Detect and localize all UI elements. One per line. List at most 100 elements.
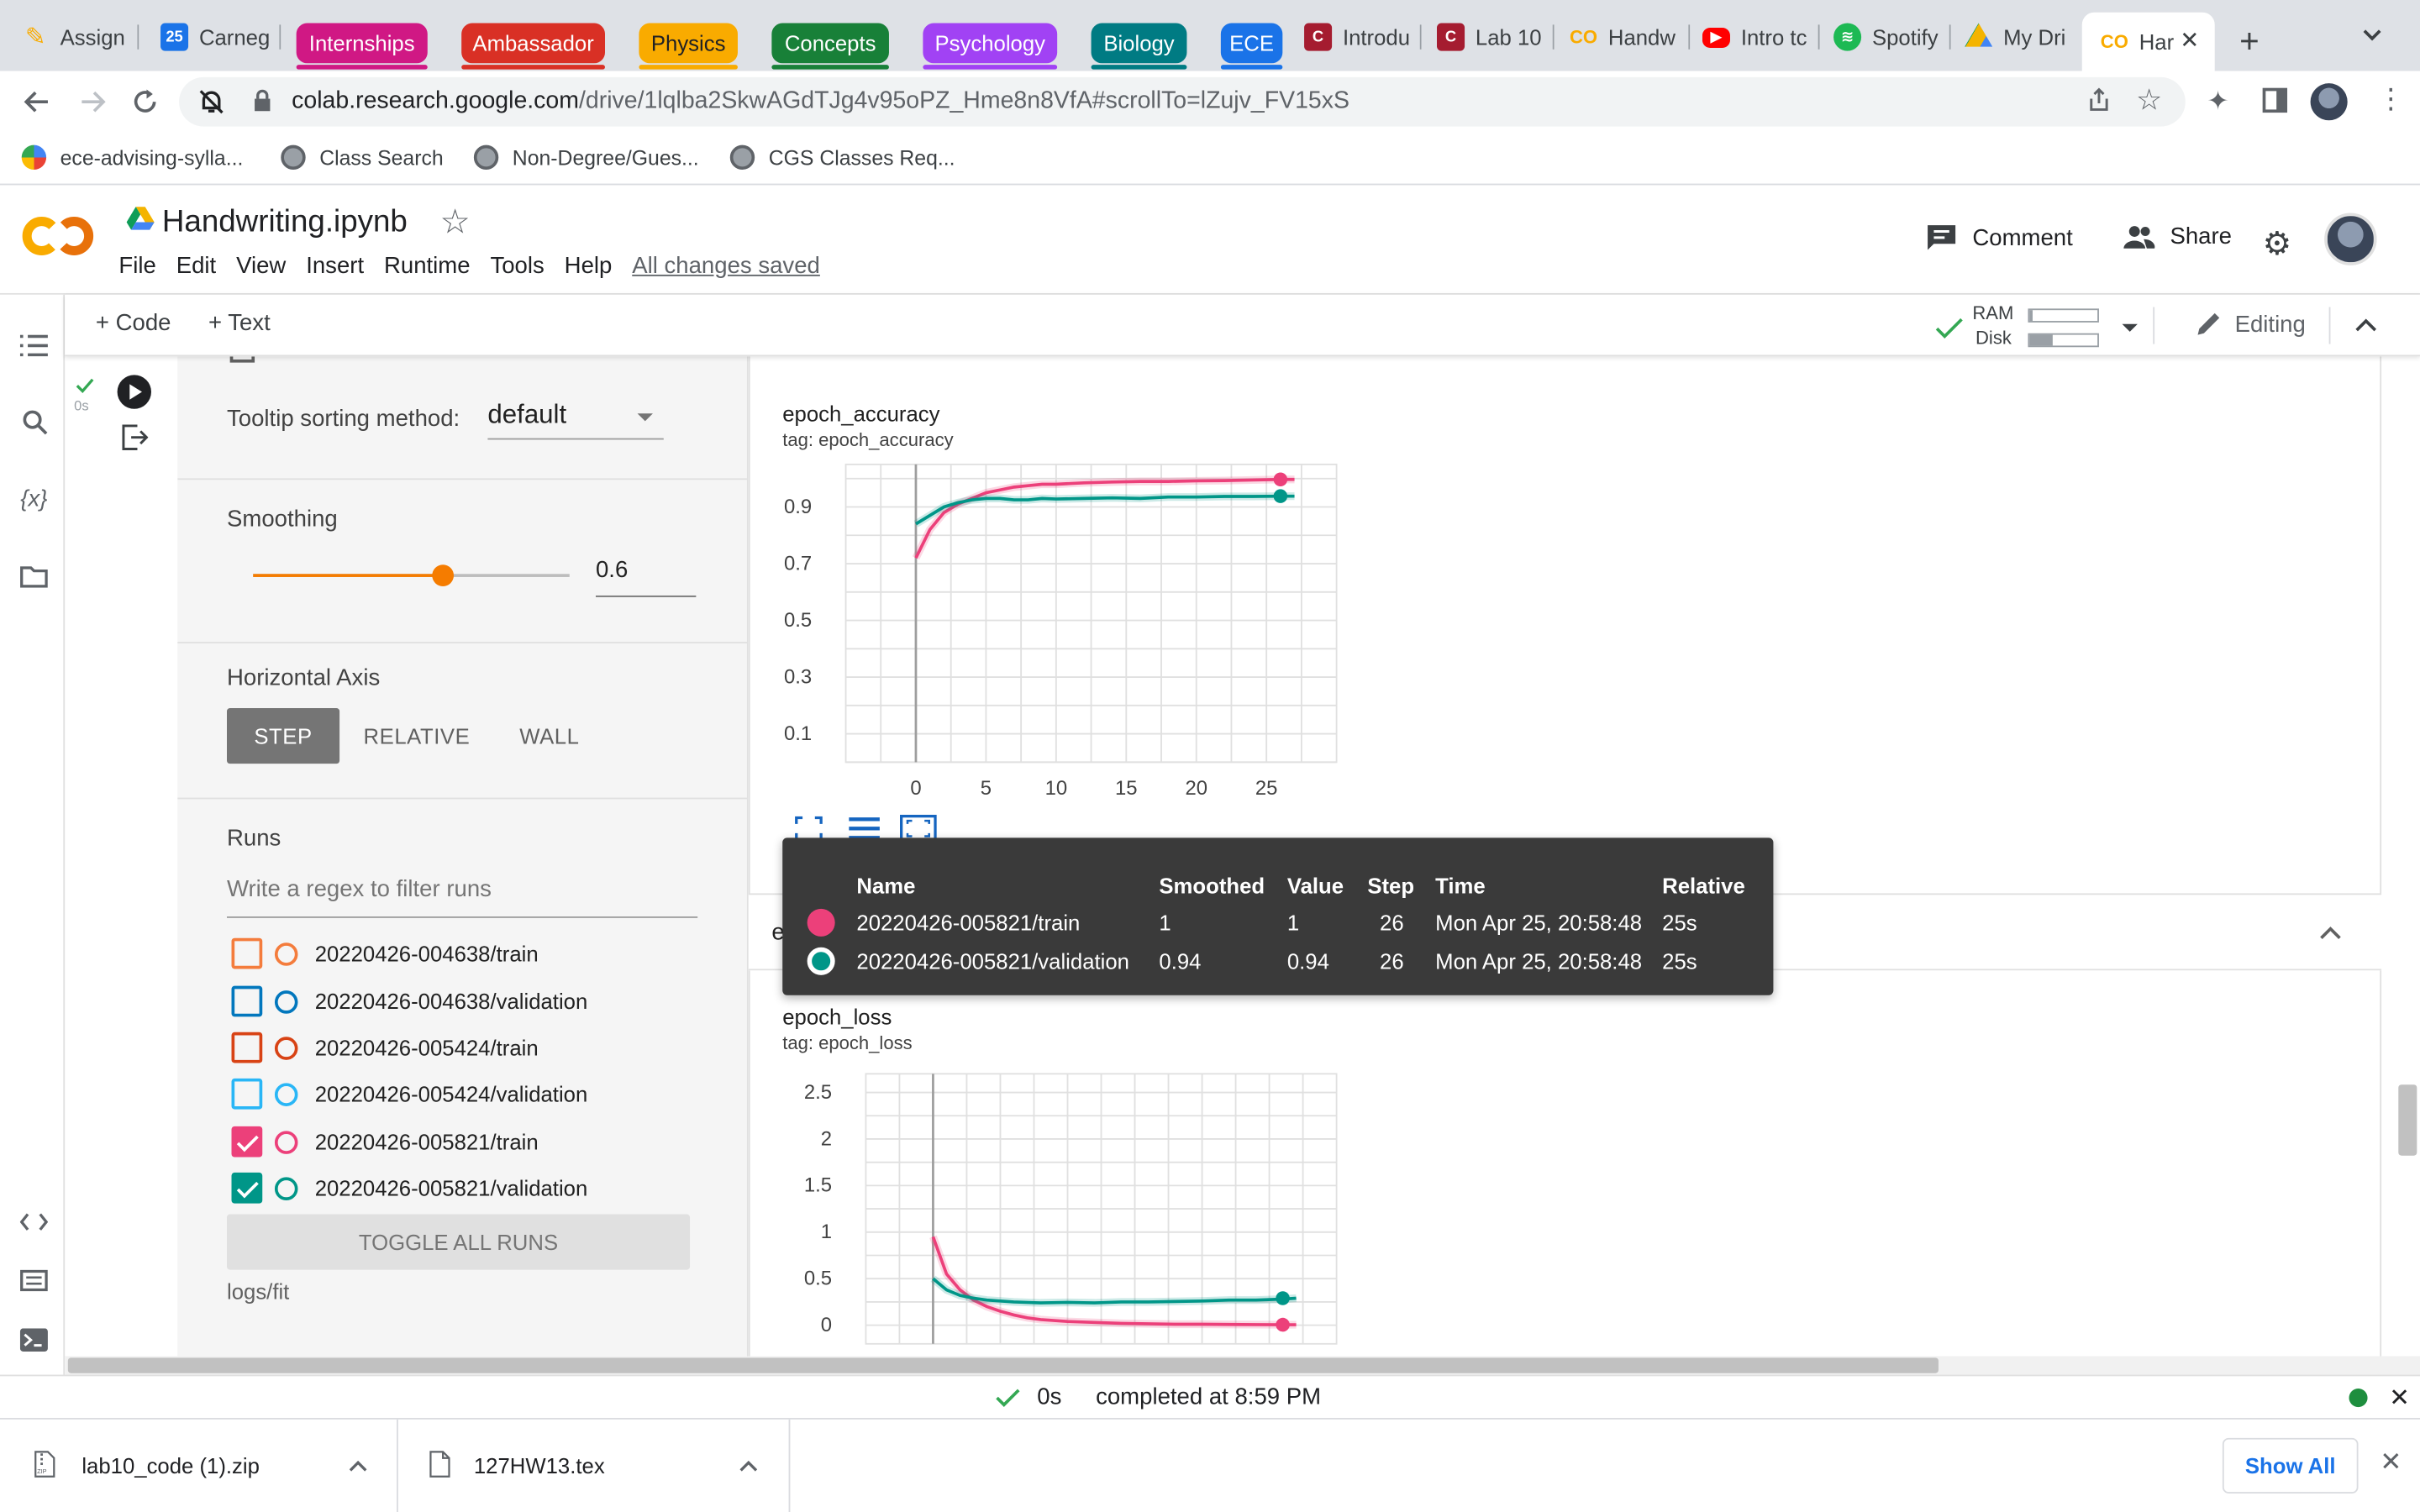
star-icon[interactable]: ☆: [439, 202, 470, 243]
axis-option-relative[interactable]: RELATIVE: [352, 708, 481, 764]
dropdown-arrow-icon[interactable]: [2121, 323, 2139, 335]
loss-line-chart[interactable]: 0 0.5 1 1.5 2 2.5: [750, 1055, 1368, 1356]
browser-tab[interactable]: C Introdu: [1304, 14, 1422, 60]
tab-group-ece[interactable]: ECE: [1220, 23, 1283, 70]
run-color-swatch[interactable]: [274, 1176, 298, 1200]
show-all-downloads-button[interactable]: Show All: [2222, 1437, 2359, 1494]
tab-group-biology[interactable]: Biology: [1091, 23, 1187, 70]
smoothing-slider-thumb[interactable]: [432, 564, 454, 586]
tab-search-icon[interactable]: [2361, 28, 2383, 43]
run-color-swatch[interactable]: [274, 942, 298, 965]
editing-mode-button[interactable]: Editing: [2195, 310, 2306, 338]
menu-insert[interactable]: Insert: [306, 253, 364, 279]
download-item[interactable]: 127HW13.tex: [398, 1419, 791, 1512]
save-status-link[interactable]: All changes saved: [632, 253, 820, 279]
run-color-swatch[interactable]: [274, 1130, 298, 1153]
back-icon[interactable]: [18, 83, 55, 120]
toggle-all-runs-button[interactable]: TOGGLE ALL RUNS: [227, 1214, 691, 1270]
run-color-swatch[interactable]: [274, 1082, 298, 1106]
extensions-icon[interactable]: ✦: [2207, 87, 2229, 118]
browser-tab[interactable]: My Dri: [1965, 14, 2073, 60]
tab-group-internships[interactable]: Internships: [296, 23, 428, 70]
bookmark-item[interactable]: Class Search: [281, 144, 444, 171]
address-bar[interactable]: colab.research.google.com/drive/1lqlba2S…: [179, 76, 2186, 127]
search-icon[interactable]: [17, 404, 50, 438]
browser-tab[interactable]: ✎ Assign: [22, 14, 139, 60]
bookmark-item[interactable]: CGS Classes Req...: [729, 144, 955, 171]
run-checkbox[interactable]: [231, 1126, 263, 1158]
variables-icon[interactable]: {x}: [17, 481, 50, 515]
browser-tab[interactable]: CO Handw: [1570, 14, 1691, 60]
runs-filter-input[interactable]: Write a regex to filter runs: [227, 876, 698, 918]
share-page-icon[interactable]: [2085, 87, 2112, 122]
horizontal-scrollbar[interactable]: [65, 1356, 2420, 1375]
bookmark-item[interactable]: Non-Degree/Gues...: [473, 144, 699, 171]
close-status-icon[interactable]: ✕: [2389, 1383, 2410, 1414]
vertical-scrollbar[interactable]: [2384, 356, 2420, 1357]
tab-group-physics[interactable]: Physics: [639, 23, 738, 70]
add-code-button[interactable]: + Code: [96, 310, 171, 336]
tab-group-ambassador[interactable]: Ambassador: [461, 23, 605, 70]
browser-tab[interactable]: C Lab 10: [1437, 14, 1555, 60]
tab-group-concepts[interactable]: Concepts: [771, 23, 889, 70]
new-tab-icon[interactable]: +: [2239, 22, 2260, 62]
download-item[interactable]: ZIP lab10_code (1).zip: [0, 1419, 398, 1512]
run-checkbox[interactable]: [231, 1078, 263, 1110]
terminal-icon[interactable]: [17, 1322, 50, 1356]
browser-tab[interactable]: ≋ Spotify: [1833, 14, 1951, 60]
run-item[interactable]: 20220426-005821/train: [231, 1126, 539, 1158]
tab-group-psychology[interactable]: Psychology: [923, 23, 1058, 70]
share-button[interactable]: Share: [2123, 223, 2232, 250]
command-palette-icon[interactable]: [17, 1263, 50, 1297]
smoothing-slider[interactable]: [253, 564, 570, 586]
menu-view[interactable]: View: [236, 253, 286, 279]
browser-tab[interactable]: 25 Carneg: [160, 14, 281, 60]
user-avatar[interactable]: [2324, 213, 2377, 265]
run-cell-button[interactable]: [117, 375, 151, 409]
close-tab-icon[interactable]: ✕: [2180, 26, 2199, 54]
chevron-up-icon[interactable]: [349, 1460, 367, 1473]
run-item[interactable]: 20220426-004638/validation: [231, 985, 587, 1017]
chrome-menu-icon[interactable]: ⋮: [2377, 83, 2405, 116]
smoothing-input[interactable]: 0.6: [595, 557, 697, 597]
tooltip-sorting-dropdown[interactable]: default: [487, 400, 664, 440]
notifications-blocked-icon[interactable]: [197, 88, 225, 123]
lock-icon[interactable]: [253, 89, 271, 121]
horizontal-scroll-thumb[interactable]: [67, 1357, 1939, 1373]
axis-option-wall[interactable]: WALL: [494, 708, 605, 764]
browser-tab[interactable]: ▶ Intro tc: [1702, 14, 1820, 60]
vertical-scroll-thumb[interactable]: [2398, 1084, 2417, 1156]
run-color-swatch[interactable]: [274, 990, 298, 1013]
menu-file[interactable]: File: [118, 253, 155, 279]
menu-runtime[interactable]: Runtime: [384, 253, 471, 279]
side-panel-icon[interactable]: [2261, 87, 2289, 122]
chevron-up-icon[interactable]: [739, 1460, 758, 1473]
bookmark-item[interactable]: ece-advising-sylla...: [21, 144, 243, 171]
close-download-shelf-icon[interactable]: ✕: [2380, 1447, 2402, 1478]
run-item[interactable]: 20220426-004638/train: [231, 937, 539, 969]
menu-edit[interactable]: Edit: [176, 253, 216, 279]
reload-icon[interactable]: [127, 83, 164, 120]
notebook-title[interactable]: Handwriting.ipynb: [162, 205, 408, 240]
code-snippets-icon[interactable]: [17, 1205, 50, 1238]
add-text-button[interactable]: + Text: [208, 310, 271, 336]
table-of-contents-icon[interactable]: [17, 328, 50, 362]
forward-icon[interactable]: [74, 83, 111, 120]
colab-logo-icon[interactable]: [22, 214, 96, 257]
run-checkbox[interactable]: [231, 1032, 263, 1063]
files-folder-icon[interactable]: [17, 560, 50, 594]
drive-icon[interactable]: [126, 207, 155, 231]
menu-help[interactable]: Help: [565, 253, 613, 279]
bookmark-star-icon[interactable]: ☆: [2136, 83, 2162, 118]
settings-gear-icon[interactable]: ⚙: [2263, 225, 2292, 264]
comment-button[interactable]: Comment: [1926, 223, 2073, 251]
output-actions-icon[interactable]: [122, 424, 149, 450]
axis-option-step[interactable]: STEP: [227, 708, 340, 764]
collapse-header-icon[interactable]: [2355, 318, 2377, 333]
run-item[interactable]: 20220426-005821/validation: [231, 1172, 587, 1204]
menu-tools[interactable]: Tools: [490, 253, 544, 279]
run-checkbox[interactable]: [231, 985, 263, 1017]
run-color-swatch[interactable]: [274, 1036, 298, 1059]
run-item[interactable]: 20220426-005424/train: [231, 1032, 539, 1063]
run-checkbox[interactable]: [231, 937, 263, 969]
